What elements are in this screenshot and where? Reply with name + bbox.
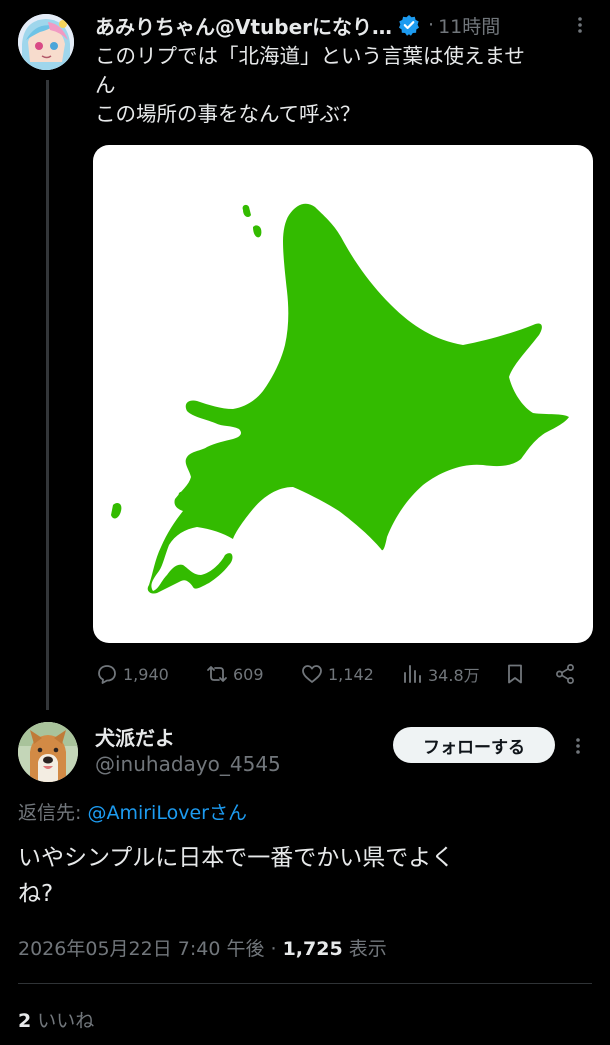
retweet-button[interactable]: 609 — [205, 656, 264, 692]
retweet-count: 609 — [233, 664, 264, 684]
bookmark-icon — [508, 664, 522, 684]
views-count: 1,725 — [282, 938, 343, 960]
hokkaido-map-shape — [111, 203, 569, 594]
more-icon[interactable] — [566, 731, 590, 761]
like-button[interactable]: 1,142 — [300, 656, 374, 692]
tweet-meta: 2026年05月22日 7:40 午後 · 1,725 表示 — [18, 934, 387, 961]
thread-connector-line — [46, 80, 49, 710]
tweet-header: あみりちゃん@Vtuberになり… · 11時間 — [95, 10, 595, 40]
views-label: 表示 — [342, 938, 387, 960]
tweet-text-line: ん — [95, 73, 116, 97]
follow-button[interactable]: フォローする — [393, 727, 555, 763]
tweet-text-line: このリプでは「北海道」という言葉は使えませ — [95, 44, 525, 68]
tweet-time[interactable]: 11時間 — [438, 12, 500, 39]
tweet-text-line: この場所の事をなんて呼ぶ？ — [95, 102, 361, 126]
likes-label: いいね — [31, 1010, 95, 1032]
author-name[interactable]: あみりちゃん@Vtuberになり… — [95, 11, 392, 40]
reply-count: 1,940 — [123, 664, 169, 684]
like-count: 1,142 — [328, 664, 374, 684]
retweet-icon — [207, 666, 227, 682]
tweet-image[interactable] — [93, 145, 593, 643]
divider — [18, 983, 592, 984]
author-handle[interactable]: @inuhadayo_4545 — [95, 752, 281, 776]
author-name[interactable]: 犬派だよ — [95, 722, 175, 751]
views-icon — [404, 665, 421, 683]
share-icon — [556, 664, 574, 684]
reply-to-line: 返信先: @AmiriLoverさん — [18, 798, 247, 825]
views-button[interactable]: 34.8万 — [400, 656, 480, 692]
more-icon[interactable] — [565, 10, 595, 40]
reply-text-line: いやシンプルに日本で一番でかい県でよく — [18, 845, 455, 871]
likes-count: 2 — [18, 1010, 32, 1032]
avatar[interactable] — [18, 14, 74, 70]
verified-badge-icon — [398, 14, 420, 36]
reply-button[interactable]: 1,940 — [95, 656, 169, 692]
tweet-text: このリプでは「北海道」という言葉は使えませ ん この場所の事をなんて呼ぶ？ — [95, 42, 595, 129]
tweet-actions-bar: 1,940 609 1,142 34.8万 — [95, 656, 595, 692]
meta-separator: · — [264, 938, 283, 960]
views-count: 34.8万 — [428, 666, 480, 685]
reply-text: いやシンプルに日本で一番でかい県でよく ね? — [18, 840, 598, 912]
like-icon — [302, 665, 322, 683]
reply-to-mention[interactable]: @AmiriLoverさん — [87, 802, 247, 824]
bookmark-button[interactable] — [503, 656, 527, 692]
share-button[interactable] — [553, 656, 577, 692]
time-separator: · — [428, 14, 435, 36]
reply-icon — [98, 665, 116, 684]
reply-to-prefix: 返信先: — [18, 802, 88, 824]
reply-text-line: ね? — [18, 881, 54, 907]
tweet-datetime[interactable]: 2026年05月22日 7:40 午後 — [18, 938, 264, 960]
avatar[interactable] — [18, 722, 78, 782]
likes-summary[interactable]: 2 いいね — [18, 1006, 94, 1033]
